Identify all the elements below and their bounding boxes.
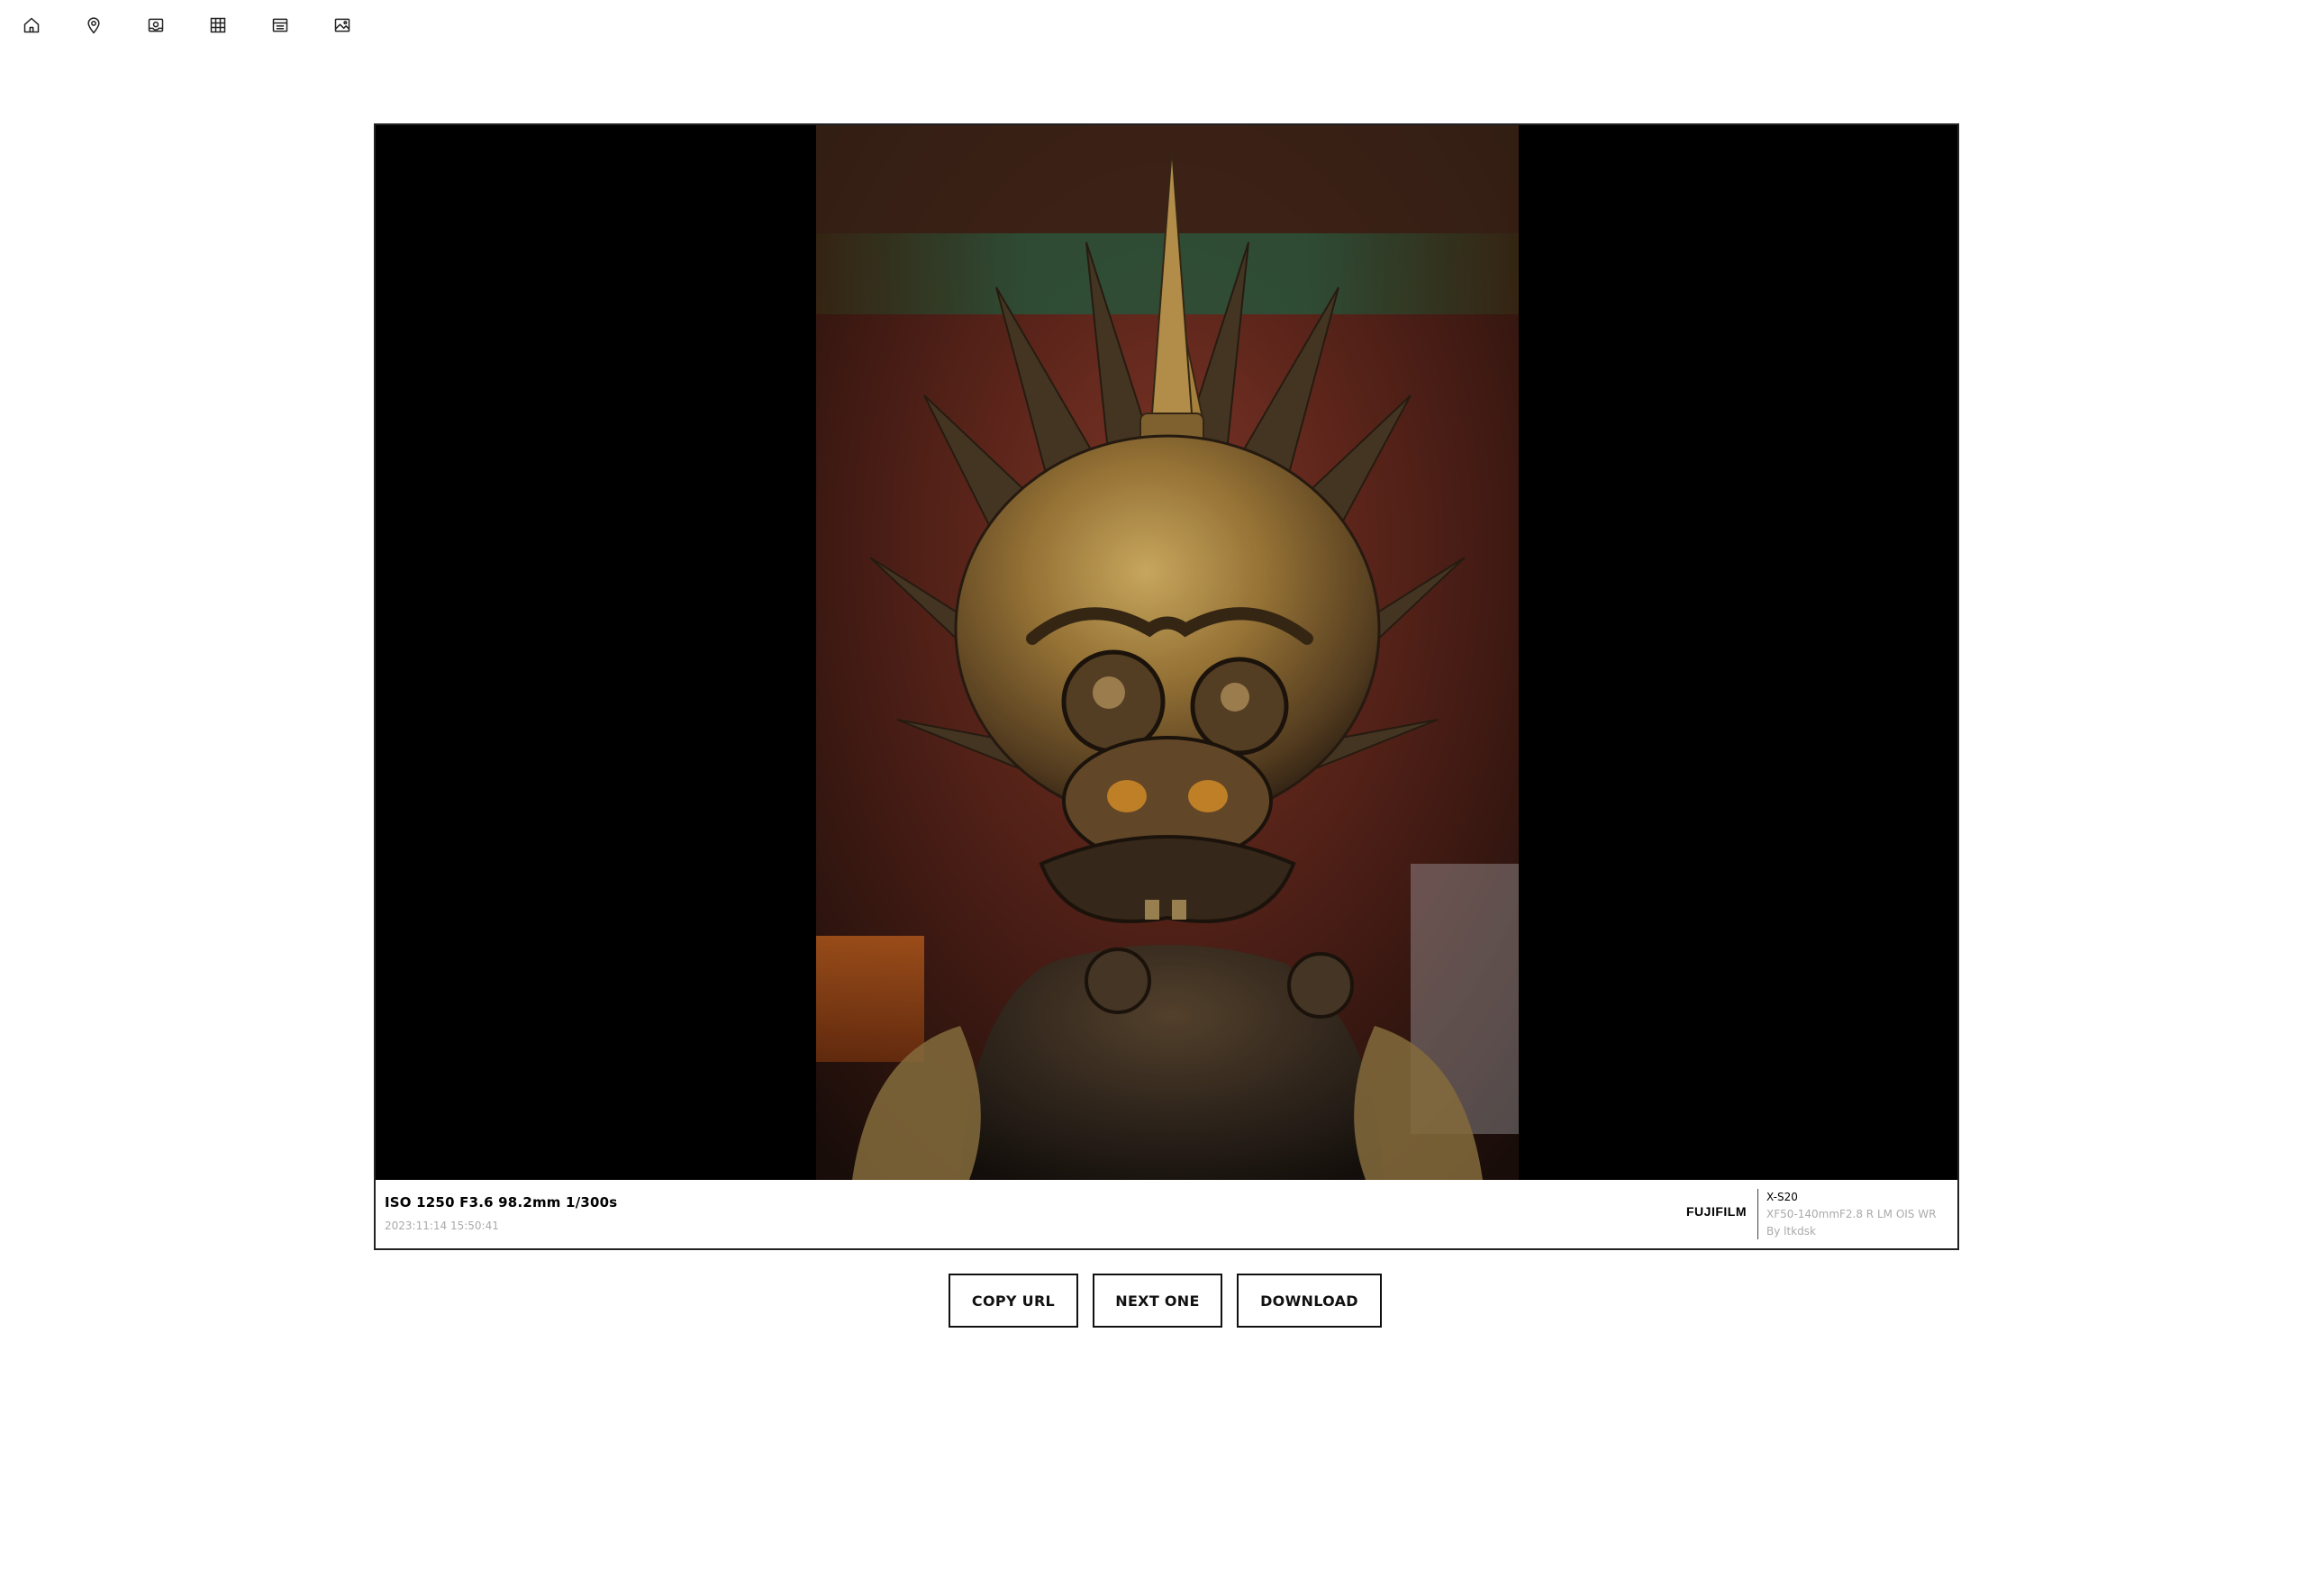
- image-icon[interactable]: [332, 15, 352, 35]
- list-icon[interactable]: [270, 15, 290, 35]
- copy-url-button[interactable]: COPY URL: [949, 1274, 1078, 1328]
- camera-model: X-S20: [1766, 1191, 1798, 1203]
- photo-info-bar: ISO 1250 F3.6 98.2mm 1/300s 2023:11:14 1…: [376, 1180, 1957, 1248]
- album-icon[interactable]: [146, 15, 166, 35]
- info-divider: [1757, 1189, 1758, 1239]
- camera-brand-logo: FUJIFILM: [1686, 1204, 1747, 1219]
- photo-stage: [376, 125, 1957, 1180]
- photo-card: ISO 1250 F3.6 98.2mm 1/300s 2023:11:14 1…: [374, 123, 1959, 1250]
- camera-details: X-S20 XF50-140mmF2.8 R LM OIS WR By ltkd…: [1766, 1189, 1951, 1240]
- next-one-button[interactable]: NEXT ONE: [1093, 1274, 1222, 1328]
- home-icon[interactable]: [22, 15, 41, 35]
- location-pin-icon[interactable]: [84, 15, 104, 35]
- photo-image[interactable]: [816, 125, 1519, 1180]
- photo-author: By ltkdsk: [1766, 1225, 1816, 1238]
- grid-icon[interactable]: [208, 15, 228, 35]
- lens-model: XF50-140mmF2.8 R LM OIS WR: [1766, 1208, 1937, 1220]
- action-buttons: COPY URL NEXT ONE DOWNLOAD: [949, 1274, 1396, 1328]
- capture-datetime: 2023:11:14 15:50:41: [385, 1220, 499, 1232]
- exif-summary: ISO 1250 F3.6 98.2mm 1/300s: [385, 1194, 618, 1211]
- top-navigation: [0, 0, 395, 50]
- download-button[interactable]: DOWNLOAD: [1237, 1274, 1382, 1328]
